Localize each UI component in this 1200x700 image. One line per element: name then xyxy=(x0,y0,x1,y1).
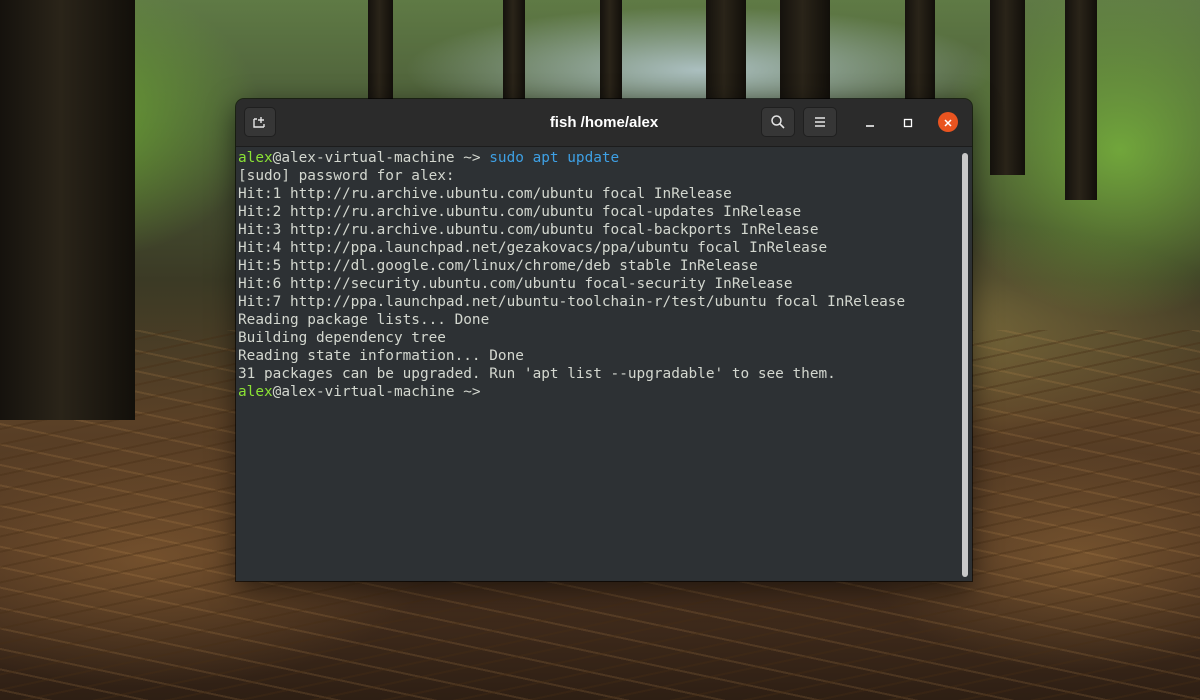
output-line: Reading state information... Done xyxy=(238,348,524,364)
minimize-button[interactable] xyxy=(860,112,880,132)
tree-trunk xyxy=(905,0,935,110)
maximize-button[interactable] xyxy=(898,112,918,132)
prompt-user: alex xyxy=(238,150,273,166)
tree-trunk xyxy=(1065,0,1097,200)
output-line: Hit:7 http://ppa.launchpad.net/ubuntu-to… xyxy=(238,294,906,310)
terminal-window: fish /home/alex alex@alex-virtual-machin… xyxy=(236,99,972,581)
hamburger-menu-icon xyxy=(813,116,827,128)
tree-trunk xyxy=(600,0,622,110)
output-line: Hit:1 http://ru.archive.ubuntu.com/ubunt… xyxy=(238,186,732,202)
prompt-host: @alex-virtual-machine ~> xyxy=(272,384,481,400)
tree-trunk xyxy=(706,0,746,110)
prompt-user: alex xyxy=(238,384,273,400)
output-line: 31 packages can be upgraded. Run 'apt li… xyxy=(238,366,836,382)
prompt-line: alex@alex-virtual-machine ~> sudo apt up… xyxy=(238,149,972,167)
output-line: Building dependency tree xyxy=(238,330,446,346)
tree-trunk xyxy=(780,0,830,110)
prompt-line: alex@alex-virtual-machine ~> xyxy=(238,383,972,401)
output-line: Hit:5 http://dl.google.com/linux/chrome/… xyxy=(238,258,758,274)
output-line: Hit:4 http://ppa.launchpad.net/gezakovac… xyxy=(238,240,828,256)
close-button[interactable] xyxy=(938,112,958,132)
tree-trunk xyxy=(503,0,525,110)
minimize-icon xyxy=(865,113,875,132)
search-button[interactable] xyxy=(761,107,795,137)
output-line: Hit:6 http://security.ubuntu.com/ubuntu … xyxy=(238,276,793,292)
close-icon xyxy=(943,113,953,132)
output-line: Reading package lists... Done xyxy=(238,312,490,328)
terminal-output[interactable]: alex@alex-virtual-machine ~> sudo apt up… xyxy=(236,147,972,581)
title-bar[interactable]: fish /home/alex xyxy=(236,99,972,147)
tree-trunk xyxy=(368,0,393,110)
tree-trunk xyxy=(0,0,135,420)
prompt-command: sudo apt update xyxy=(489,150,620,166)
search-icon xyxy=(770,114,786,130)
tree-trunk xyxy=(990,0,1025,175)
output-line: [sudo] password for alex: xyxy=(238,168,455,184)
menu-button[interactable] xyxy=(803,107,837,137)
output-line: Hit:3 http://ru.archive.ubuntu.com/ubunt… xyxy=(238,222,819,238)
prompt-host: @alex-virtual-machine ~> xyxy=(272,150,490,166)
maximize-icon xyxy=(903,113,913,132)
scrollbar[interactable] xyxy=(962,153,968,577)
output-line: Hit:2 http://ru.archive.ubuntu.com/ubunt… xyxy=(238,204,802,220)
